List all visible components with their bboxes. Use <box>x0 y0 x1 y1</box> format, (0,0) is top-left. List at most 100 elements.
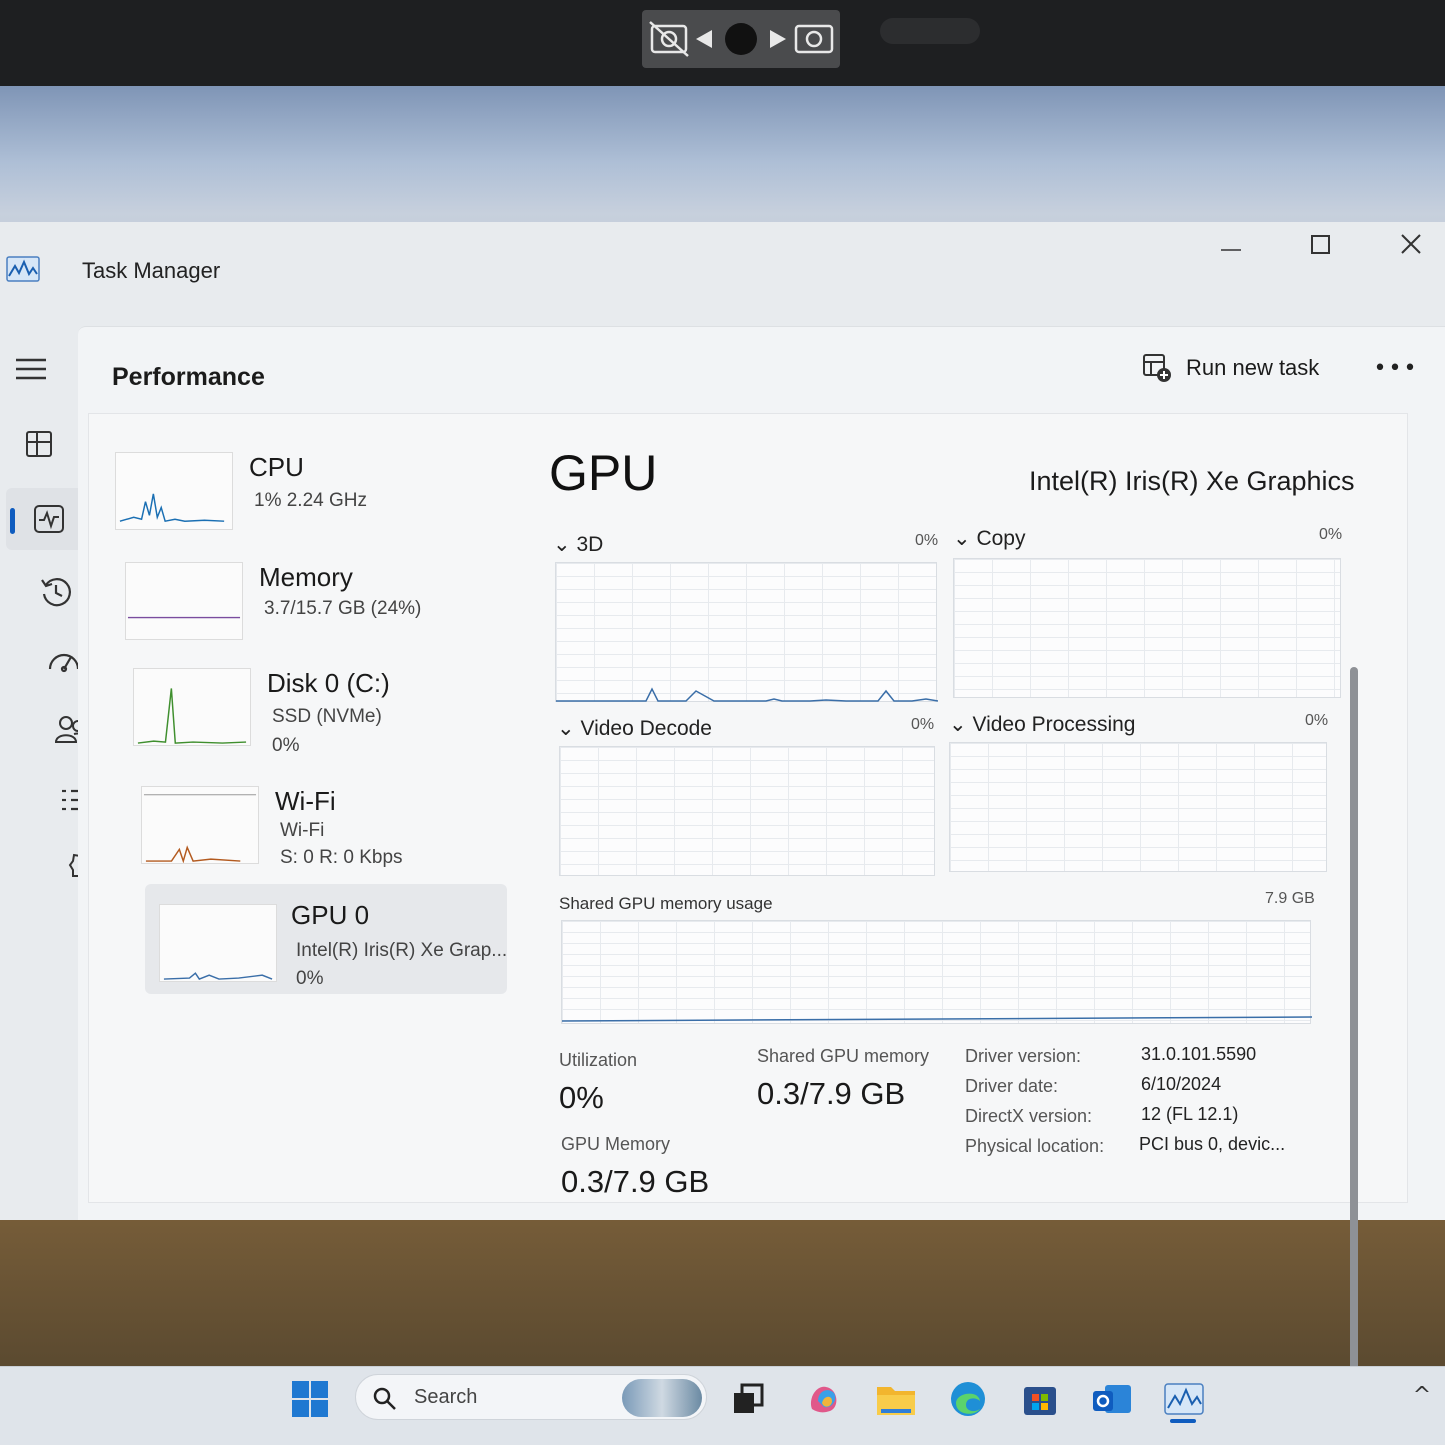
shared-memory-line <box>561 1016 1313 1022</box>
gpu-memory-value: 0.3/7.9 GB <box>561 1164 710 1199</box>
engine-copy-selector[interactable]: ⌄ Copy <box>953 526 1025 551</box>
directx-version-label: DirectX version: <box>965 1106 1093 1126</box>
engine-video-decode-selector[interactable]: ⌄ Video Decode <box>557 716 712 741</box>
device-memory[interactable]: Memory 3.7/15.7 GB (24%) <box>125 554 505 664</box>
engine-label: Video Decode <box>580 717 712 740</box>
webcam-privacy-shutter <box>642 10 840 68</box>
gpu-thumbnail-graph <box>159 904 277 982</box>
search-icon <box>373 1387 396 1410</box>
close-button[interactable] <box>1366 224 1445 264</box>
engine-percent: 0% <box>1319 526 1343 543</box>
taskbar: Search ^ <box>0 1366 1445 1445</box>
window-title: Task Manager <box>82 258 221 283</box>
cpu-thumbnail-graph <box>115 452 233 530</box>
device-gpu[interactable]: GPU 0 Intel(R) Iris(R) Xe Grap... 0% <box>145 884 507 994</box>
device-wifi[interactable]: Wi-Fi Wi-Fi S: 0 R: 0 Kbps <box>141 778 521 888</box>
run-task-icon <box>1143 354 1171 382</box>
run-new-task-label: Run new task <box>1186 355 1320 380</box>
file-explorer-icon[interactable] <box>870 1373 922 1425</box>
driver-version-label: Driver version: <box>965 1046 1082 1066</box>
maximize-button[interactable] <box>1276 224 1366 264</box>
chevron-down-icon: ⌄ <box>553 533 577 556</box>
engine-percent: 0% <box>1305 712 1329 729</box>
store-icon[interactable] <box>1014 1373 1066 1425</box>
device-cpu[interactable]: CPU 1% 2.24 GHz <box>115 444 495 554</box>
device-name: Disk 0 (C:) <box>267 668 390 698</box>
chevron-down-icon: ⌄ <box>557 717 581 740</box>
run-new-task-button[interactable]: Run new task <box>1136 349 1325 387</box>
history-icon[interactable] <box>36 572 76 612</box>
device-name: GPU 0 <box>291 900 370 930</box>
active-app-indicator <box>1170 1419 1196 1423</box>
device-stat: 0% <box>296 968 324 989</box>
performance-area: CPU 1% 2.24 GHz Memory 3.7/15.7 GB (24%)… <box>88 413 1408 1203</box>
task-manager-app-icon <box>6 256 40 282</box>
driver-date-value: 6/10/2024 <box>1141 1074 1222 1094</box>
minimize-button[interactable] <box>1186 228 1276 268</box>
engine-video-decode-graph <box>559 746 935 876</box>
shared-memory-label: Shared GPU memory <box>757 1046 930 1066</box>
device-name: CPU <box>249 452 304 482</box>
performance-icon[interactable] <box>29 499 69 539</box>
device-type: SSD (NVMe) <box>272 706 382 727</box>
engine-3d-graph <box>555 562 939 702</box>
engine-percent: 0% <box>911 716 935 733</box>
task-view-icon[interactable] <box>722 1373 774 1425</box>
show-hidden-icons-button[interactable]: ^ <box>1396 1369 1445 1421</box>
detail-heading: GPU <box>549 445 658 501</box>
device-stat: S: 0 R: 0 Kbps <box>280 847 403 868</box>
device-name: Wi-Fi <box>275 786 336 816</box>
disk-thumbnail-graph <box>133 668 251 746</box>
webcam-slider <box>880 18 980 44</box>
start-icon[interactable] <box>284 1373 336 1425</box>
device-type: Wi-Fi <box>280 820 325 841</box>
device-stat: 3.7/15.7 GB (24%) <box>264 598 422 619</box>
physical-location-label: Physical location: <box>965 1136 1105 1156</box>
chevron-down-icon: ⌄ <box>949 713 973 736</box>
engine-percent: 0% <box>915 532 939 549</box>
chevron-down-icon: ⌄ <box>953 527 977 550</box>
engine-3d-selector[interactable]: ⌄ 3D <box>553 532 603 557</box>
engine-label: Video Processing <box>972 713 1136 736</box>
directx-version-value: 12 (FL 12.1) <box>1141 1104 1239 1124</box>
wifi-thumbnail-graph <box>141 786 259 864</box>
task-manager-window: Task Manager Performance Run new task ••… <box>0 222 1445 1391</box>
performance-page: Performance Run new task ••• CPU 1% 2.24… <box>78 326 1445 1391</box>
search-highlight-image <box>622 1379 702 1417</box>
engine-video-processing-selector[interactable]: ⌄ Video Processing <box>949 712 1136 737</box>
engine-video-processing-graph <box>949 742 1327 872</box>
search-input[interactable]: Search <box>355 1374 707 1420</box>
memory-thumbnail-graph <box>125 562 243 640</box>
engine-label: Copy <box>976 527 1026 550</box>
physical-location-value: PCI bus 0, devic... <box>1139 1134 1286 1154</box>
driver-version-value: 31.0.101.5590 <box>1141 1044 1257 1064</box>
vertical-scrollbar[interactable] <box>1350 667 1358 1391</box>
hamburger-icon[interactable] <box>11 349 51 389</box>
shared-gpu-memory-graph <box>561 920 1313 1024</box>
engine-3d-line <box>556 687 939 702</box>
nav-selected-indicator <box>10 508 15 534</box>
device-name: Memory <box>259 562 353 592</box>
gpu-memory-label: GPU Memory <box>561 1134 671 1154</box>
outlook-icon[interactable] <box>1086 1373 1138 1425</box>
task-manager-icon[interactable] <box>1158 1373 1210 1425</box>
gpu-model-name: Intel(R) Iris(R) Xe Graphics <box>1029 466 1355 496</box>
utilization-value: 0% <box>559 1080 604 1115</box>
driver-date-label: Driver date: <box>965 1076 1059 1096</box>
utilization-label: Utilization <box>559 1050 638 1070</box>
engine-copy-graph <box>953 558 1341 698</box>
copilot-icon[interactable] <box>798 1373 850 1425</box>
device-stat: 0% <box>272 735 300 756</box>
laptop-bezel <box>0 0 1445 86</box>
page-title: Performance <box>112 363 265 391</box>
shared-memory-graph-label: Shared GPU memory usage <box>559 894 773 913</box>
device-stat: 1% 2.24 GHz <box>254 490 367 511</box>
shared-memory-value: 0.3/7.9 GB <box>757 1076 906 1111</box>
device-disk[interactable]: Disk 0 (C:) SSD (NVMe) 0% <box>133 660 513 770</box>
processes-icon[interactable] <box>19 424 59 464</box>
more-options-button[interactable]: ••• <box>1374 351 1417 385</box>
edge-icon[interactable] <box>942 1373 994 1425</box>
shared-memory-graph-max: 7.9 GB <box>1265 890 1315 907</box>
device-model: Intel(R) Iris(R) Xe Grap... <box>296 940 508 961</box>
engine-label: 3D <box>576 533 604 556</box>
